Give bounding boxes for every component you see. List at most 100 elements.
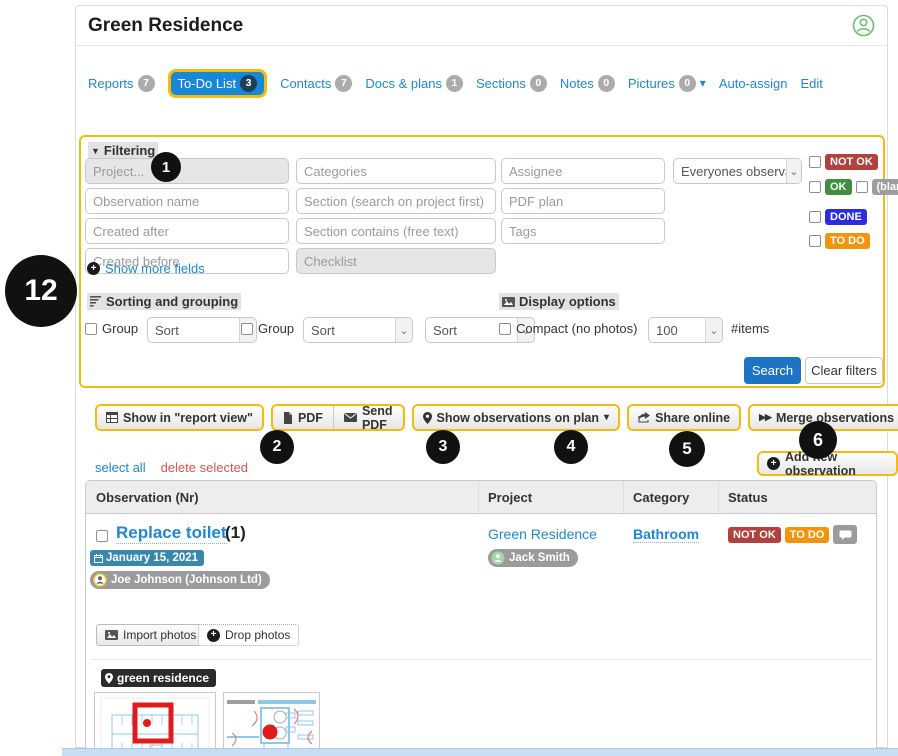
items-label: #items xyxy=(731,321,770,336)
pdf-button[interactable]: PDF xyxy=(273,406,333,429)
annotation-circle-12: 12 xyxy=(5,255,77,327)
comment-button[interactable] xyxy=(833,525,858,544)
filter-pdf-plan-input[interactable] xyxy=(501,188,665,214)
tab-reports[interactable]: Reports 7 xyxy=(88,74,155,92)
project-nav: Reports 7 To-Do List 3 Contacts 7 Docs &… xyxy=(88,66,884,100)
pdf-button-label: PDF xyxy=(297,410,323,425)
group-checkbox-1-row: Group xyxy=(85,321,138,336)
send-pdf-button[interactable]: Send PDF xyxy=(332,404,403,431)
tab-auto-assign[interactable]: Auto-assign xyxy=(719,76,788,91)
tab-sections[interactable]: Sections 0 xyxy=(476,74,547,92)
filter-project-input[interactable] xyxy=(85,158,289,184)
compact-label: Compact (no photos) xyxy=(516,321,638,336)
done-checkbox[interactable] xyxy=(809,211,821,223)
filter-categories-input[interactable] xyxy=(296,158,496,184)
row-status-badges: NOT OK TO DO xyxy=(728,525,858,544)
user-account-icon[interactable] xyxy=(852,14,875,37)
table-row: Replace toilet (1) January 15, 2021 Joe … xyxy=(86,514,876,748)
items-count-select[interactable]: 100 ⌄ xyxy=(648,317,723,343)
to-do-badge: TO DO xyxy=(825,233,870,249)
map-pin-icon xyxy=(105,672,113,684)
chevron-down-icon[interactable]: ▾ xyxy=(700,76,706,90)
filter-panel: ▼ Filtering Everyones observati ⌄ NOT OK… xyxy=(79,135,898,388)
plan-name-text: green residence xyxy=(117,671,210,685)
filter-checklist-input[interactable] xyxy=(296,248,496,274)
show-more-fields-label: Show more fields xyxy=(105,261,205,276)
not-ok-checkbox[interactable] xyxy=(809,156,821,168)
select-all-link[interactable]: select all xyxy=(95,460,146,475)
person-icon xyxy=(491,551,505,565)
filter-funnel-icon: ▼ xyxy=(91,145,100,156)
observation-number: (1) xyxy=(225,523,246,542)
share-icon xyxy=(638,412,651,423)
share-online-button[interactable]: Share online xyxy=(627,404,742,431)
chevron-down-icon: ⌄ xyxy=(785,159,801,183)
row-project-link[interactable]: Green Residence xyxy=(488,526,597,542)
clear-filters-button[interactable]: Clear filters xyxy=(805,357,883,384)
floor-plan-thumbnail-detail[interactable] xyxy=(223,692,320,748)
annotation-circle-2: 2 xyxy=(260,430,294,464)
tab-docs-plans-count: 1 xyxy=(445,74,463,92)
search-button[interactable]: Search xyxy=(744,357,801,384)
row-select-checkbox[interactable] xyxy=(96,530,108,542)
show-report-view-label: Show in "report view" xyxy=(123,410,253,425)
send-pdf-label: Send PDF xyxy=(361,404,393,431)
filter-section-input[interactable] xyxy=(296,188,496,214)
image-icon xyxy=(105,630,118,640)
blank-checkbox[interactable] xyxy=(855,181,868,193)
import-photos-button[interactable]: Import photos xyxy=(96,624,206,646)
items-label-row: #items xyxy=(731,321,769,336)
filter-tags-input[interactable] xyxy=(501,218,665,244)
show-observations-on-plan-button[interactable]: Show observations on plan ▾ xyxy=(411,404,621,431)
drop-photos-button[interactable]: + Drop photos xyxy=(198,624,300,646)
tab-pictures[interactable]: Pictures 0 ▾ xyxy=(628,74,706,92)
to-do-checkbox[interactable] xyxy=(809,235,821,247)
card-header: Green Residence xyxy=(76,6,887,46)
show-more-fields-link[interactable]: + Show more fields xyxy=(87,261,205,276)
tab-docs-plans[interactable]: Docs & plans 1 xyxy=(365,74,463,92)
compact-checkbox[interactable] xyxy=(499,322,511,335)
annotation-3-number: 3 xyxy=(438,438,448,455)
tab-todo-list-label: To-Do List xyxy=(177,75,237,91)
group-checkbox-1[interactable] xyxy=(85,322,97,335)
sort-select-3-value: Sort xyxy=(433,322,457,338)
filter-assignee-input[interactable] xyxy=(501,158,665,184)
tab-reports-count: 7 xyxy=(137,74,155,92)
tab-notes-count: 0 xyxy=(597,74,615,92)
project-member-badge: Jack Smith xyxy=(488,549,578,567)
column-divider xyxy=(718,481,719,513)
filter-created-after-input[interactable] xyxy=(85,218,289,244)
col-category-header: Category xyxy=(633,490,690,505)
tab-edit-label: Edit xyxy=(800,75,823,91)
observation-scope-select[interactable]: Everyones observati ⌄ xyxy=(673,158,802,184)
file-icon xyxy=(283,411,293,424)
tab-notes[interactable]: Notes 0 xyxy=(560,74,615,92)
group-checkbox-2[interactable] xyxy=(241,322,253,335)
col-observation-header: Observation (Nr) xyxy=(96,490,199,505)
done-badge: DONE xyxy=(825,209,867,225)
annotation-6-number: 6 xyxy=(812,429,823,450)
filter-section-contains-input[interactable] xyxy=(296,218,496,244)
annotation-circle-1: 1 xyxy=(151,152,181,182)
page-title: Green Residence xyxy=(88,14,244,36)
tab-todo-list-count: 3 xyxy=(240,74,258,92)
plan-name-badge: green residence xyxy=(101,669,217,687)
tab-edit[interactable]: Edit xyxy=(800,76,822,91)
delete-selected-link[interactable]: delete selected xyxy=(161,460,248,475)
person-icon xyxy=(93,573,107,587)
tab-todo-list[interactable]: To-Do List 3 xyxy=(167,68,268,98)
tab-contacts[interactable]: Contacts 7 xyxy=(280,74,353,92)
filter-title: ▼ Filtering xyxy=(88,142,159,159)
col-status-header: Status xyxy=(728,490,768,505)
filter-observation-name-input[interactable] xyxy=(85,188,289,214)
observation-scope-value: Everyones observati xyxy=(681,163,786,179)
status-filter-done: DONE xyxy=(809,209,867,225)
show-report-view-button[interactable]: Show in "report view" xyxy=(95,404,264,431)
floor-plan-thumbnail-overview[interactable] xyxy=(94,692,216,748)
row-category-link[interactable]: Bathroom xyxy=(633,526,700,543)
ok-checkbox[interactable] xyxy=(809,181,821,193)
annotation-12-number: 12 xyxy=(24,274,58,307)
observation-name-link[interactable]: Replace toilet xyxy=(116,523,227,544)
sort-select-2[interactable]: Sort ⌄ xyxy=(303,317,413,343)
clear-filters-label: Clear filters xyxy=(811,363,877,378)
